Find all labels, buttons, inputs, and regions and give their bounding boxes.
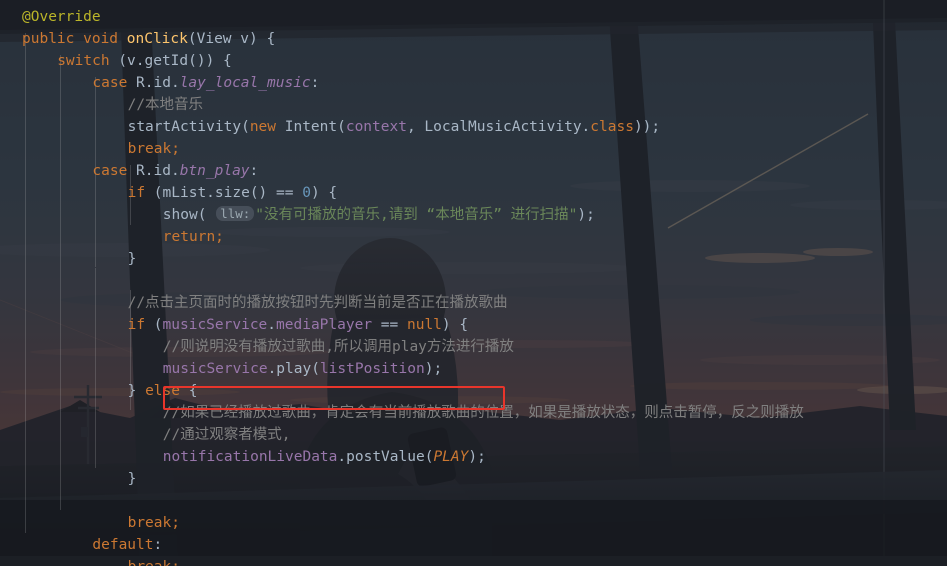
code-token: //如果已经播放过歌曲，肯定会有当前播放歌曲的位置，如果是播放状态，则点击暂停，…	[162, 405, 804, 421]
code-editor-window: @Override public void onClick(View v) {sw…	[0, 0, 947, 566]
code-token: ) {	[310, 185, 338, 201]
code-token: }	[127, 471, 137, 487]
code-token: "没有可播放的音乐,请到 “本地音乐” 进行扫描"	[255, 207, 578, 223]
code-token: musicService	[162, 361, 268, 377]
code-token: :	[310, 75, 320, 91]
code-line[interactable]: } else {	[0, 380, 947, 402]
code-token: .	[267, 317, 277, 333]
code-line[interactable]: }	[0, 248, 947, 270]
code-token: else	[145, 383, 189, 399]
code-line[interactable]: break;	[0, 512, 947, 534]
code-token: 0	[302, 185, 311, 201]
code-token: :	[249, 163, 259, 179]
code-line[interactable]: public void onClick(View v) {	[0, 28, 947, 50]
code-token: //通过观察者模式,	[162, 427, 291, 443]
code-line[interactable]: case R.id.lay_local_music:	[0, 72, 947, 94]
code-token: return;	[162, 229, 224, 245]
code-token: );	[468, 449, 486, 465]
code-line[interactable]: if (musicService.mediaPlayer == null) {	[0, 314, 947, 336]
code-token: case	[92, 75, 137, 91]
code-token: //本地音乐	[127, 97, 204, 113]
code-token: }	[127, 383, 146, 399]
code-line[interactable]: }	[0, 468, 947, 490]
code-line[interactable]: default:	[0, 534, 947, 556]
code-line[interactable]: return;	[0, 226, 947, 248]
code-token: startActivity(	[127, 119, 250, 135]
code-line[interactable]: //通过观察者模式,	[0, 424, 947, 446]
code-token: mediaPlayer	[276, 317, 373, 333]
code-token: break;	[128, 559, 180, 566]
code-token: class	[590, 119, 634, 135]
code-token: (v.getId()) {	[118, 53, 232, 69]
code-token: break;	[127, 515, 180, 531]
code-token: {	[188, 383, 198, 399]
code-line[interactable]: notificationLiveData.postValue(PLAY);	[0, 446, 947, 468]
code-token: show(	[162, 207, 216, 223]
code-line[interactable]	[0, 270, 947, 292]
code-token: btn_play	[179, 163, 250, 179]
code-token: listPosition	[319, 361, 425, 377]
code-token: //则说明没有播放过歌曲,所以调用play方法进行播放	[162, 339, 514, 355]
code-line[interactable]: musicService.play(listPosition);	[0, 358, 947, 380]
code-token: ));	[633, 119, 661, 135]
code-line[interactable]: break;	[0, 556, 947, 566]
code-token: );	[577, 207, 595, 223]
code-token: , LocalMusicActivity.	[406, 119, 591, 135]
code-token: (View v) {	[187, 31, 276, 47]
code-token: null	[406, 317, 442, 333]
code-line[interactable]: //本地音乐	[0, 94, 947, 116]
code-token: :	[153, 537, 163, 553]
code-line[interactable]: break;	[0, 138, 947, 160]
code-line[interactable]: startActivity(new Intent(context, LocalM…	[0, 116, 947, 138]
code-line[interactable]: @Override	[0, 6, 947, 28]
code-token: );	[424, 361, 443, 377]
code-line[interactable]: //则说明没有播放过歌曲,所以调用play方法进行播放	[0, 336, 947, 358]
code-token: PLAY	[433, 449, 469, 465]
code-token: //点击主页面时的播放按钮时先判断当前是否正在播放歌曲	[127, 295, 508, 311]
code-token: if	[127, 317, 154, 333]
code-token: R.id.	[136, 75, 180, 91]
code-token: @Override	[22, 9, 101, 25]
code-line[interactable]: case R.id.btn_play:	[0, 160, 947, 182]
code-token: ) {	[441, 317, 469, 333]
code-token: }	[127, 251, 137, 267]
code-token: musicService	[162, 317, 268, 333]
code-token: default	[92, 537, 154, 553]
code-token: ==	[372, 317, 407, 333]
inline-parameter-hint[interactable]: llw:	[216, 206, 255, 221]
code-token: new	[249, 119, 285, 135]
code-token: context	[345, 119, 407, 135]
code-line[interactable]: //如果已经播放过歌曲，肯定会有当前播放歌曲的位置，如果是播放状态，则点击暂停，…	[0, 402, 947, 424]
code-token: onClick	[126, 31, 188, 47]
code-line[interactable]: show( llw: "没有可播放的音乐,请到 “本地音乐” 进行扫描");	[0, 204, 947, 226]
code-line[interactable]: //点击主页面时的播放按钮时先判断当前是否正在播放歌曲	[0, 292, 947, 314]
code-token: .postValue(	[337, 449, 434, 465]
code-token: if	[127, 185, 154, 201]
code-token: break;	[127, 141, 180, 157]
code-token: switch	[57, 53, 119, 69]
code-token: lay_local_music	[179, 75, 311, 91]
code-text-area[interactable]: @Override public void onClick(View v) {sw…	[0, 0, 947, 566]
code-token: R.id.	[136, 163, 180, 179]
code-token: (mList.size() ==	[153, 185, 303, 201]
code-token: notificationLiveData	[162, 449, 338, 465]
code-token: .play(	[267, 361, 320, 377]
code-line[interactable]	[0, 490, 947, 512]
code-token: case	[92, 163, 137, 179]
code-token: (	[153, 317, 163, 333]
code-token: Intent(	[284, 119, 346, 135]
code-line[interactable]: if (mList.size() == 0) {	[0, 182, 947, 204]
code-line[interactable]: switch (v.getId()) {	[0, 50, 947, 72]
code-token: public void	[22, 31, 127, 47]
